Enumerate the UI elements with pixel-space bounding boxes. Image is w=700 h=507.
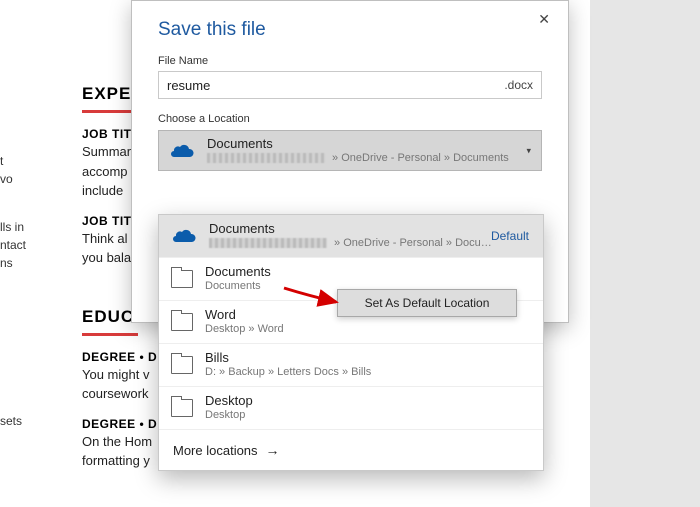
location-path: Documents <box>205 280 271 293</box>
text-fragment: lls in <box>0 218 40 236</box>
location-item-desktop[interactable]: Desktop Desktop <box>159 387 543 430</box>
folder-icon <box>171 399 193 417</box>
location-name: Word <box>205 308 284 323</box>
filename-label: File Name <box>132 47 568 69</box>
left-column-fragments: t vo lls in ntact ns sets <box>0 130 40 430</box>
dialog-title: Save this file <box>132 1 568 47</box>
text-fragment: ns <box>0 254 40 272</box>
file-extension: .docx <box>504 78 533 92</box>
redacted-text <box>209 238 327 248</box>
text-fragment: sets <box>0 412 40 430</box>
chevron-down-icon: ▾ <box>526 145 531 156</box>
redacted-text <box>207 153 325 163</box>
save-file-dialog: ✕ Save this file File Name .docx Choose … <box>131 0 569 323</box>
folder-icon <box>171 356 193 374</box>
location-label: Choose a Location <box>132 99 568 127</box>
heading-underline <box>82 333 138 336</box>
location-item-bills[interactable]: Bills D: » Backup » Letters Docs » Bills <box>159 344 543 387</box>
location-path: D: » Backup » Letters Docs » Bills <box>205 366 371 379</box>
filename-field-wrapper[interactable]: .docx <box>158 71 542 99</box>
location-dropdown[interactable]: Documents » OneDrive - Personal » Docume… <box>158 130 542 171</box>
folder-icon <box>171 270 193 288</box>
location-path: Desktop » Word <box>205 323 284 336</box>
location-list: Documents » OneDrive - Personal » Docu… … <box>158 214 544 471</box>
location-name: Documents <box>209 222 492 237</box>
location-name: Documents <box>205 265 271 280</box>
onedrive-icon <box>171 228 197 244</box>
default-badge: Default <box>491 229 529 243</box>
filename-input[interactable] <box>167 78 504 93</box>
folder-icon <box>171 313 193 331</box>
more-locations-link[interactable]: More locations → <box>159 430 543 470</box>
location-item-onedrive-documents[interactable]: Documents » OneDrive - Personal » Docu… … <box>159 215 543 258</box>
selected-location-name: Documents <box>207 137 509 152</box>
text-fragment: ntact <box>0 236 40 254</box>
selected-location-path: » OneDrive - Personal » Documents <box>207 152 509 165</box>
set-default-location-button[interactable]: Set As Default Location <box>337 289 517 317</box>
close-icon[interactable]: ✕ <box>530 7 558 32</box>
text-fragment: vo <box>0 170 40 188</box>
arrow-right-icon: → <box>266 442 280 458</box>
onedrive-icon <box>169 143 195 159</box>
location-name: Bills <box>205 351 371 366</box>
location-path: » OneDrive - Personal » Docu… <box>209 237 492 250</box>
text-fragment: t <box>0 152 40 170</box>
location-path: Desktop <box>205 409 253 422</box>
more-locations-label: More locations <box>173 443 258 458</box>
heading-underline <box>82 110 138 113</box>
page-margin-grey <box>590 0 700 507</box>
location-name: Desktop <box>205 394 253 409</box>
